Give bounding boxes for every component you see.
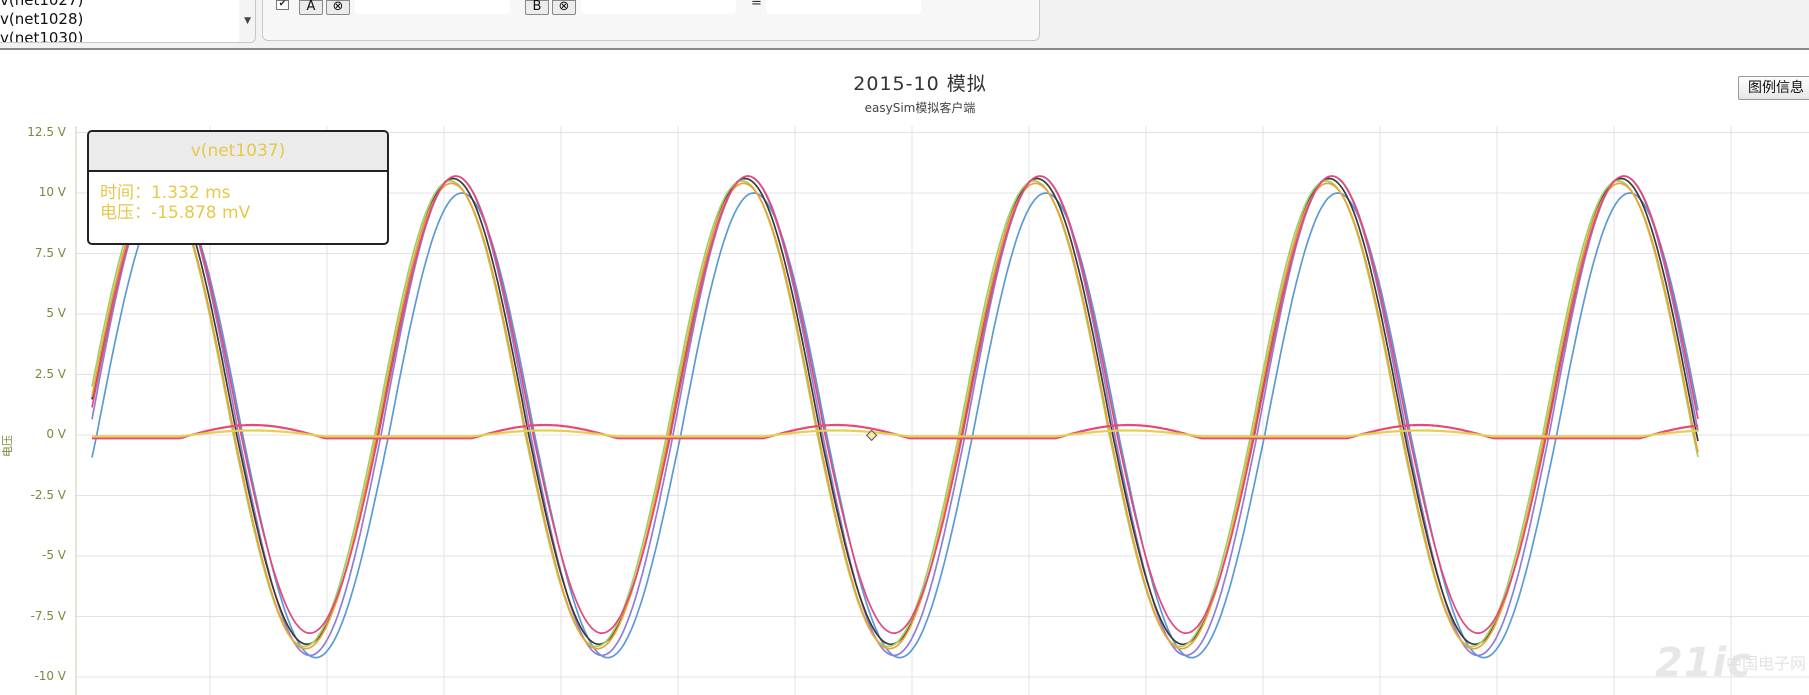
tooltip-time-label: 时间： [100, 183, 151, 203]
watermark-text: 中国电子网 [1726, 654, 1807, 673]
series-line [92, 429, 1698, 438]
series-line [91, 175, 1699, 657]
tooltip-time-row: 时间：1.332 ms [89, 183, 387, 203]
tooltip-voltage-label: 电压： [100, 203, 151, 223]
waveform-plot[interactable] [0, 0, 1809, 695]
series-line [91, 177, 1699, 646]
series-line [91, 180, 1699, 648]
series-line [91, 192, 1699, 659]
data-tooltip: v(net1037) 时间：1.332 ms 电压：-15.878 mV [87, 130, 389, 245]
tooltip-voltage-row: 电压：-15.878 mV [89, 203, 387, 223]
tooltip-time-value: 1.332 ms [151, 183, 231, 203]
tooltip-series-name: v(net1037) [89, 132, 387, 172]
tooltip-voltage-value: -15.878 mV [151, 203, 251, 223]
